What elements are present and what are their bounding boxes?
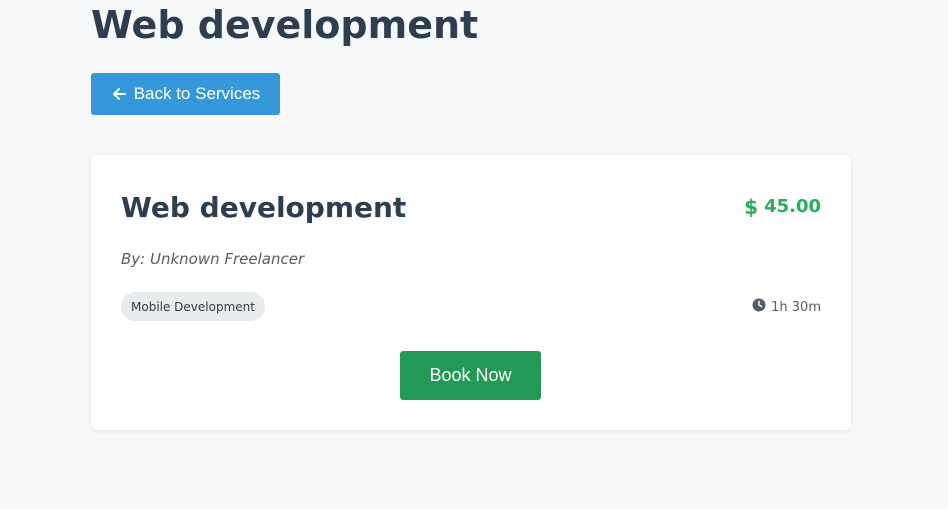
- category-badge: Mobile Development: [121, 292, 265, 321]
- price-value: 45.00: [764, 196, 821, 217]
- service-duration: 1h 30m: [752, 298, 821, 316]
- clock-icon: [752, 298, 766, 316]
- back-button-label: Back to Services: [133, 84, 261, 103]
- service-card: Web development $ 45.00 By: Unknown Free…: [91, 155, 851, 430]
- page-title: Web development: [91, 3, 479, 47]
- service-title: Web development: [121, 191, 407, 224]
- duration-value: 1h 30m: [771, 299, 821, 315]
- service-detail-page: Web development Back to Services Web dev…: [0, 0, 948, 509]
- arrow-left-icon: [111, 86, 127, 102]
- back-to-services-button[interactable]: Back to Services: [91, 73, 280, 115]
- dollar-icon: $: [744, 195, 759, 219]
- service-price: $ 45.00: [744, 195, 821, 219]
- freelancer-name: By: Unknown Freelancer: [121, 250, 305, 268]
- book-now-button[interactable]: Book Now: [400, 351, 541, 400]
